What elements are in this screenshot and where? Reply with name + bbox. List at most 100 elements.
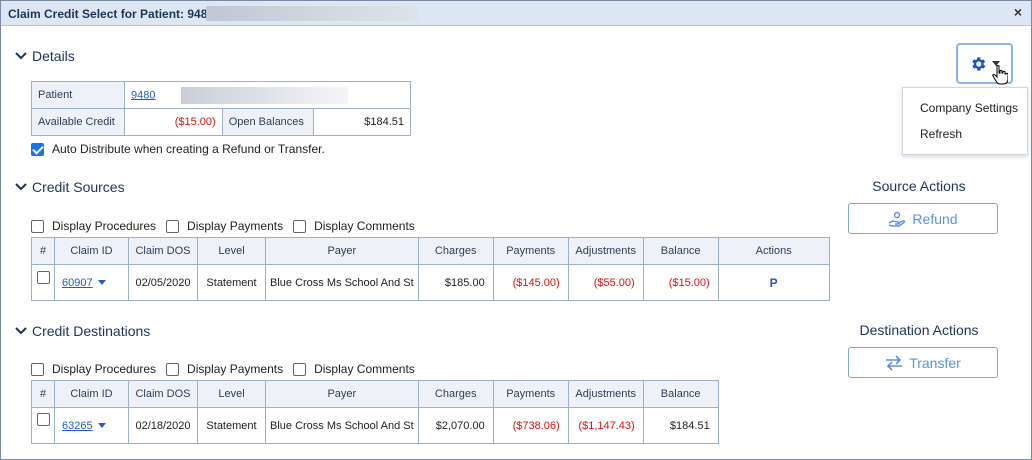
chevron-down-icon[interactable] (97, 280, 106, 286)
col-adjustments[interactable]: Adjustments (567, 380, 644, 408)
gear-icon (972, 56, 986, 71)
col-select: # (31, 380, 55, 408)
details-toggle[interactable]: Details (13, 48, 75, 64)
redacted-patient-name (181, 86, 349, 104)
display-comments-checkbox[interactable] (293, 219, 307, 233)
display-procedures-checkbox[interactable] (31, 362, 44, 376)
refund-hand-icon (889, 211, 906, 227)
payments-cell: ($738.06) (492, 407, 569, 444)
table-header-row: # Claim ID Claim DOS Level Payer Charges… (31, 380, 719, 408)
credit-sources-heading: Credit Sources (32, 179, 125, 195)
balance-cell: ($15.00) (642, 264, 719, 301)
display-comments-option[interactable]: Display Comments (293, 362, 415, 376)
details-heading: Details (32, 48, 75, 64)
display-payments-label: Display Payments (187, 362, 284, 376)
display-comments-checkbox[interactable] (293, 362, 307, 376)
settings-dropdown-button[interactable] (956, 43, 1013, 85)
credit-destinations-heading: Credit Destinations (32, 323, 151, 339)
col-charges[interactable]: Charges (417, 380, 494, 408)
destination-actions-heading: Destination Actions (859, 322, 979, 338)
charges-cell: $2,070.00 (417, 407, 494, 444)
claim-credit-window: Claim Credit Select for Patient: 9480 - … (0, 0, 1032, 460)
auto-distribute-checkbox[interactable] (31, 142, 44, 156)
col-balance[interactable]: Balance (642, 380, 719, 408)
col-payments[interactable]: Payments (492, 380, 569, 408)
credit-sources-table: # Claim ID Claim DOS Level Payer Charges… (31, 237, 830, 301)
transfer-label: Transfer (909, 354, 961, 371)
claim-dos-cell: 02/05/2020 (128, 264, 198, 301)
chevron-down-icon[interactable] (97, 423, 106, 429)
claim-id-link[interactable]: 60907 (62, 277, 93, 289)
transfer-button[interactable]: Transfer (848, 347, 998, 378)
display-comments-option[interactable]: Display Comments (293, 219, 415, 233)
col-claim-id[interactable]: Claim ID (54, 380, 129, 408)
refund-label: Refund (912, 210, 958, 227)
title-bar: Claim Credit Select for Patient: 9480 - … (1, 1, 1031, 26)
action-p-button[interactable]: P (770, 276, 778, 290)
hand-cursor-icon (992, 65, 1008, 85)
available-credit-label: Available Credit (31, 108, 125, 136)
credit-sources-toggle[interactable]: Credit Sources (13, 179, 125, 195)
transfer-arrows-icon (886, 354, 903, 371)
display-payments-checkbox[interactable] (166, 219, 180, 233)
display-comments-label: Display Comments (314, 219, 415, 233)
source-actions-heading: Source Actions (872, 178, 966, 194)
redacted-patient-name (206, 6, 418, 21)
window-title: Claim Credit Select for Patient: 9480 - (8, 7, 222, 21)
payer-cell: Blue Cross Ms School And St (265, 264, 419, 301)
col-claim-dos[interactable]: Claim DOS (128, 380, 198, 408)
display-procedures-label: Display Procedures (52, 362, 157, 376)
display-procedures-label: Display Procedures (52, 219, 157, 233)
display-procedures-option[interactable]: Display Procedures (31, 362, 156, 376)
open-balances-label: Open Balances (221, 108, 315, 136)
display-payments-checkbox[interactable] (166, 362, 180, 376)
payments-cell: ($145.00) (492, 264, 569, 301)
display-payments-label: Display Payments (187, 219, 284, 233)
display-payments-option[interactable]: Display Payments (166, 362, 283, 376)
col-payer[interactable]: Payer (265, 380, 419, 408)
chevron-down-icon (15, 327, 27, 335)
close-icon[interactable]: × (1014, 4, 1022, 20)
details-table: Patient 9480 Available Credit ($15.00) O… (31, 81, 411, 136)
display-payments-option[interactable]: Display Payments (166, 219, 283, 233)
auto-distribute-label: Auto Distribute when creating a Refund o… (52, 142, 325, 156)
adjustments-cell: ($55.00) (567, 264, 644, 301)
display-procedures-option[interactable]: Display Procedures (31, 219, 156, 233)
display-procedures-checkbox[interactable] (31, 219, 44, 233)
col-payer[interactable]: Payer (265, 237, 419, 265)
menu-item-company-settings[interactable]: Company Settings (920, 101, 1018, 115)
available-credit-value: ($15.00) (124, 108, 223, 136)
table-row: 60907 02/05/2020 Statement Blue Cross Ms… (31, 264, 830, 301)
chevron-down-icon (15, 183, 27, 191)
credit-destinations-options: Display Procedures Display Payments Disp… (31, 362, 425, 376)
credit-destinations-toggle[interactable]: Credit Destinations (13, 323, 150, 339)
patient-id-link[interactable]: 9480 (131, 89, 155, 101)
refund-button[interactable]: Refund (848, 203, 998, 234)
table-header-row: # Claim ID Claim DOS Level Payer Charges… (31, 237, 830, 265)
claim-dos-cell: 02/18/2020 (128, 407, 198, 444)
col-claim-id[interactable]: Claim ID (54, 237, 129, 265)
row-select-checkbox[interactable] (36, 413, 50, 426)
col-level[interactable]: Level (197, 380, 266, 408)
col-balance[interactable]: Balance (642, 237, 719, 265)
auto-distribute-row[interactable]: Auto Distribute when creating a Refund o… (31, 142, 325, 156)
payer-cell: Blue Cross Ms School And St (265, 407, 419, 444)
credit-sources-options: Display Procedures Display Payments Disp… (31, 219, 425, 233)
level-cell: Statement (197, 407, 266, 444)
credit-destinations-table: # Claim ID Claim DOS Level Payer Charges… (31, 380, 719, 444)
col-actions: Actions (717, 237, 830, 265)
col-adjustments[interactable]: Adjustments (567, 237, 644, 265)
menu-item-refresh[interactable]: Refresh (920, 127, 962, 141)
charges-cell: $185.00 (417, 264, 494, 301)
claim-id-link[interactable]: 63265 (62, 420, 93, 432)
display-comments-label: Display Comments (314, 362, 415, 376)
col-payments[interactable]: Payments (492, 237, 569, 265)
col-charges[interactable]: Charges (417, 237, 494, 265)
col-claim-dos[interactable]: Claim DOS (128, 237, 198, 265)
col-level[interactable]: Level (197, 237, 266, 265)
row-select-checkbox[interactable] (36, 271, 50, 284)
adjustments-cell: ($1,147.43) (567, 407, 644, 444)
patient-label: Patient (31, 81, 125, 109)
balance-cell: $184.51 (642, 407, 719, 444)
open-balances-value: $184.51 (313, 108, 411, 136)
